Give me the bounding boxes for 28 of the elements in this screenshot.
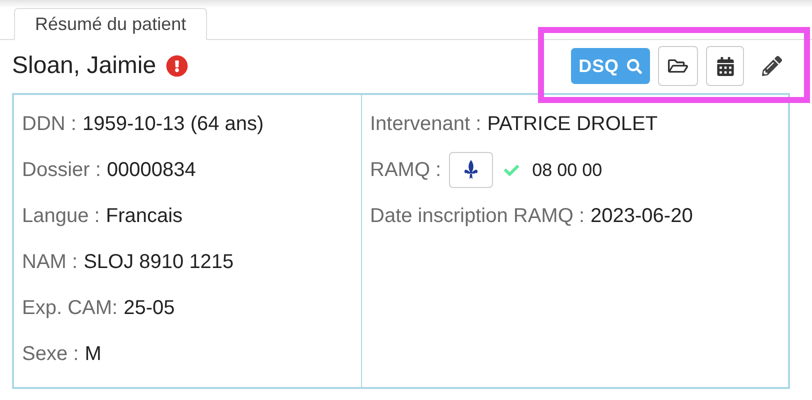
patient-name: Sloan, Jaimie: [12, 51, 156, 81]
folder-icon: [668, 57, 688, 75]
field-value: 1959-10-13 (64 ans): [82, 112, 264, 137]
fleur-de-lis-icon: [464, 160, 478, 180]
field-label: DDN :: [22, 112, 76, 137]
field-label: Dossier :: [22, 158, 101, 183]
field-label: Langue :: [22, 204, 100, 229]
field-label: Exp. CAM:: [22, 296, 118, 321]
search-icon: [627, 58, 642, 74]
field-value: Francais: [106, 204, 183, 229]
field-value: PATRICE DROLET: [487, 112, 658, 137]
folder-button[interactable]: [658, 46, 698, 86]
calendar-button[interactable]: [706, 46, 744, 86]
calendar-icon: [716, 56, 734, 76]
field-label: Sexe :: [22, 342, 79, 367]
field-label: Date inscription RAMQ :: [370, 204, 585, 229]
field-value: 2023-06-20: [590, 204, 693, 229]
pencil-icon: [762, 56, 782, 76]
field-label: RAMQ :: [370, 158, 442, 183]
field-value: M: [84, 342, 102, 367]
tab[interactable]: Résumé du patient: [14, 8, 208, 40]
field-label: NAM :: [22, 250, 78, 275]
field-value: 08 00 00: [532, 158, 602, 182]
ramq-button[interactable]: [449, 152, 494, 188]
field-value: SLOJ 8910 1215: [84, 250, 234, 275]
field-value: 25-05: [124, 296, 175, 321]
field-value: 00000834: [106, 158, 196, 183]
field-label: Intervenant :: [370, 112, 482, 137]
